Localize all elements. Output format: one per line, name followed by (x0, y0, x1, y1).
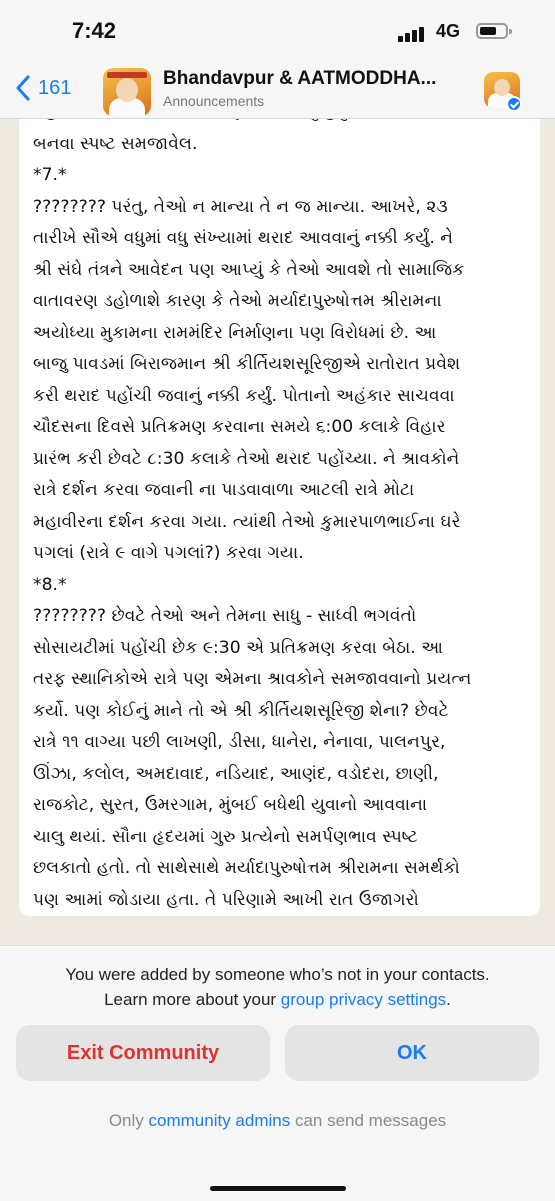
back-button[interactable]: 161 (14, 74, 71, 102)
unread-count: 161 (38, 76, 72, 99)
admin-suffix: can send messages (290, 1111, 447, 1130)
chat-area[interactable]: પહેલાં દર્શાવેલ વિચાર અંગે પણ સમજાવ્યું … (0, 119, 555, 945)
message-line: બાજુ પાવડમાં બિરાજમાન શ્રી કીર્તિયશસૂરિજ… (33, 354, 461, 374)
message-line: કરી થરાદ પહોંચી જવાનું નક્કી કર્યું. પોત… (33, 385, 455, 406)
notice-line-2: Learn more about your group privacy sett… (0, 987, 555, 1012)
admin-prefix: Only (108, 1111, 149, 1130)
message-bubble[interactable]: પહેલાં દર્શાવેલ વિચાર અંગે પણ સમજાવ્યું … (19, 119, 540, 916)
notice-prefix: Learn more about your (104, 990, 281, 1009)
message-line: રાત્રે ૧૧ વાગ્યા પછી લાખણી, ડીસા, ધાનેરા… (33, 732, 446, 752)
message-line: ???????? પરંતુ, તેઓ ન માન્યા તે ન જ માન્… (33, 196, 448, 217)
message-line: ચૌદસના દિવસે પ્રતિક્રમણ કરવાના સમયે ૬:00… (33, 417, 446, 437)
message-line: ???????? છેવટે તેઓ અને તેમના સાધુ - સાધ્… (33, 606, 417, 626)
chat-title[interactable]: Bhandavpur & AATMODDHA... (163, 68, 436, 90)
message-line: *8.* (33, 574, 67, 595)
message-line: ઊંઝા, કલોલ, અમદાવાદ, નડિયાદ, આણંદ, વડોદર… (33, 763, 439, 784)
message-line: *7.* (33, 165, 67, 185)
community-admins-link[interactable]: community admins (149, 1111, 291, 1130)
message-line: પ્રારંભ કરી છેવટે ૮:30 કલાકે તેઓ થરાદ પહ… (33, 448, 460, 469)
message-line: પગલાં (રાત્રે ૯ વાગે પગલાં?) કરવા ગયા. (33, 543, 304, 563)
footer-panel: You were added by someone who’s not in y… (0, 945, 555, 1201)
admin-only-note: Only community admins can send messages (0, 1111, 555, 1131)
status-bar: 7:42 4G (0, 0, 555, 64)
status-time: 7:42 (72, 18, 117, 43)
chevron-left-icon (16, 75, 30, 101)
network-type: 4G (436, 21, 461, 41)
message-line: ચાલુ થયાં. સૌના હૃદયમાં ગુરુ પ્રત્યેનો સ… (33, 826, 418, 847)
notice-suffix: . (446, 990, 451, 1009)
home-indicator (210, 1186, 346, 1191)
ok-button[interactable]: OK (285, 1025, 539, 1081)
group-privacy-settings-link[interactable]: group privacy settings (281, 990, 446, 1009)
message-line: તરફ સ્થાનિકોએ રાત્રે પણ એમના શ્રાવકોને સ… (33, 669, 472, 689)
chat-header: 161 Bhandavpur & AATMODDHA... Announceme… (0, 64, 555, 119)
message-line: છલકાતો હતો. તો સાથેસાથે મર્યાદાપુરુષોત્ત… (33, 858, 460, 878)
message-line: પણ આમાં જોડાયા હતા. તે પરિણામે આખી રાત ઉ… (33, 889, 419, 910)
battery-icon (476, 23, 512, 39)
message-line: પહેલાં દર્શાવેલ વિચાર અંગે પણ સમજાવ્યું … (33, 119, 526, 129)
message-line: બનવા સ્પષ્ટ સમજાવેલ. (33, 133, 198, 154)
message-line: સોસાયટીમાં પહોંચી છેક ૯:30 એ પ્રતિક્રમણ … (33, 637, 444, 658)
message-line: મહાવીરના દર્શન કરવા ગયા. ત્યાંથી તેઓ કુમ… (33, 511, 461, 532)
message-line: વાતાવરણ ડહોળાશે કારણ કે તેઓ મર્યાદાપુરુષ… (33, 291, 442, 311)
chat-subtitle: Announcements (163, 93, 265, 109)
message-line: કર્યો. પણ કોઈનું માને તો એ શ્રી કીર્તિયશ… (33, 700, 449, 721)
message-line: રાજકોટ, સુરત, ઉમરગામ, મુંબઈ બધેથી યુવાનો… (33, 795, 428, 815)
group-avatar[interactable] (103, 68, 151, 116)
exit-community-button[interactable]: Exit Community (16, 1025, 270, 1081)
message-line: તારીખે સૌએ વધુમાં વધુ સંખ્યામાં થરાદ આવવ… (33, 228, 454, 248)
notice-line-1: You were added by someone who’s not in y… (65, 965, 490, 984)
message-line: શ્રી સંઘે તંત્રને આવેદન પણ આપ્યું કે તેઓ… (33, 259, 465, 280)
message-line: રાત્રે દર્શન કરવા જવાની ના પાડવાવાળા આટલ… (33, 480, 415, 500)
privacy-notice: You were added by someone who’s not in y… (0, 962, 555, 1012)
cellular-signal-icon (398, 26, 428, 42)
verified-badge-icon (506, 96, 522, 112)
message-line: અયોધ્યા મુકામના રામમંદિર નિર્માણના પણ વિ… (33, 322, 437, 343)
